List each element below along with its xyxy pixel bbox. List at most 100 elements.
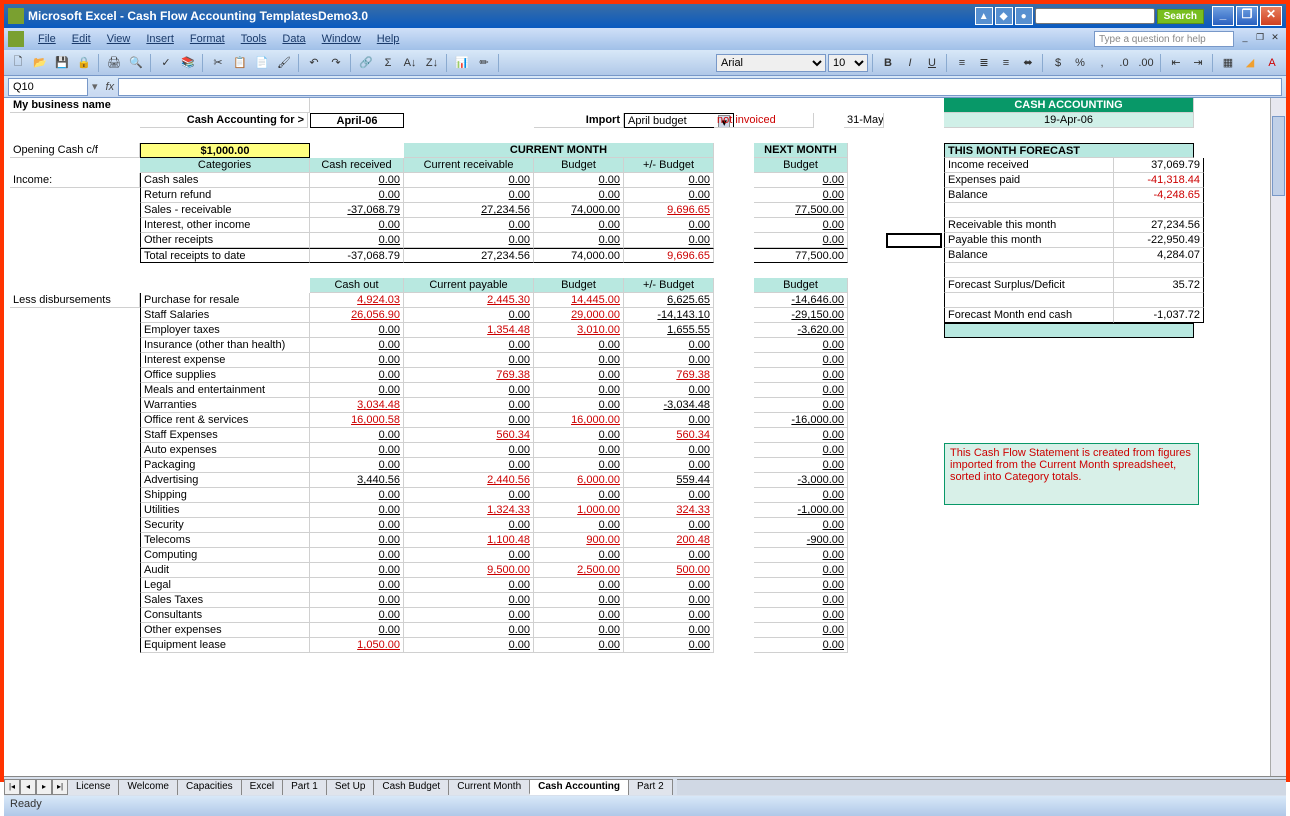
sheet-tab-part-2[interactable]: Part 2 <box>628 779 673 795</box>
exp-val-8-2[interactable]: 16,000.00 <box>534 413 624 428</box>
income-val-1-2[interactable]: 0.00 <box>534 188 624 203</box>
exp-val-7-1[interactable]: 0.00 <box>404 398 534 413</box>
income-val-3-2[interactable]: 0.00 <box>534 218 624 233</box>
income-val-1-0[interactable]: 0.00 <box>310 188 404 203</box>
exp-val-6-1[interactable]: 0.00 <box>404 383 534 398</box>
exp-val-4-1[interactable]: 0.00 <box>404 353 534 368</box>
exp-val-20-0[interactable]: 0.00 <box>310 593 404 608</box>
exp-val-21-3[interactable]: 0.00 <box>624 608 714 623</box>
doc-restore-button[interactable]: ❐ <box>1253 32 1267 46</box>
exp-val-16-2[interactable]: 900.00 <box>534 533 624 548</box>
income-val-3-1[interactable]: 0.00 <box>404 218 534 233</box>
exp-val-1-2[interactable]: 29,000.00 <box>534 308 624 323</box>
col-current-receivable[interactable]: Current receivable <box>404 158 534 173</box>
exp-val-19-4[interactable]: 0.00 <box>754 578 848 593</box>
decrease-decimal-icon[interactable]: .00 <box>1136 53 1156 73</box>
income-val-2-2[interactable]: 74,000.00 <box>534 203 624 218</box>
currency-icon[interactable]: $ <box>1048 53 1068 73</box>
exp-val-17-3[interactable]: 0.00 <box>624 548 714 563</box>
title-search-input[interactable] <box>1035 8 1155 24</box>
drawing-icon[interactable]: ✏ <box>474 53 494 73</box>
new-icon[interactable]: 🗋 <box>8 53 28 73</box>
income-total-0[interactable]: -37,068.79 <box>310 248 404 263</box>
minimize-button[interactable]: _ <box>1212 6 1234 26</box>
exp-val-12-4[interactable]: -3,000.00 <box>754 473 848 488</box>
forecast-val-4[interactable]: 27,234.56 <box>1114 218 1204 233</box>
exp-val-23-2[interactable]: 0.00 <box>534 638 624 653</box>
exp-val-23-0[interactable]: 1,050.00 <box>310 638 404 653</box>
title-search-button[interactable]: Search <box>1157 9 1204 24</box>
font-size-select[interactable]: 10 <box>828 54 868 72</box>
exp-val-18-4[interactable]: 0.00 <box>754 563 848 578</box>
col-categories[interactable]: Categories <box>140 158 310 173</box>
exp-val-7-3[interactable]: -3,034.48 <box>624 398 714 413</box>
income-val-2-0[interactable]: -37,068.79 <box>310 203 404 218</box>
exp-val-9-1[interactable]: 560.34 <box>404 428 534 443</box>
exp-cat-2[interactable]: Employer taxes <box>140 323 310 338</box>
forecast-key-3[interactable] <box>944 203 1114 218</box>
maximize-button[interactable]: ❐ <box>1236 6 1258 26</box>
exp-val-10-2[interactable]: 0.00 <box>534 443 624 458</box>
income-total-cat[interactable]: Total receipts to date <box>140 248 310 263</box>
sheet-tab-cash-budget[interactable]: Cash Budget <box>373 779 449 795</box>
forecast-title[interactable]: THIS MONTH FORECAST <box>944 143 1194 158</box>
excel-doc-icon[interactable] <box>8 31 24 47</box>
income-total-1[interactable]: 27,234.56 <box>404 248 534 263</box>
exp-val-9-2[interactable]: 0.00 <box>534 428 624 443</box>
menu-insert[interactable]: Insert <box>138 31 182 47</box>
exp-cat-1[interactable]: Staff Salaries <box>140 308 310 323</box>
exp-val-15-2[interactable]: 0.00 <box>534 518 624 533</box>
align-right-icon[interactable]: ≡ <box>996 53 1016 73</box>
forecast-key-0[interactable]: Income received <box>944 158 1114 173</box>
exp-val-5-2[interactable]: 0.00 <box>534 368 624 383</box>
exp-val-9-4[interactable]: 0.00 <box>754 428 848 443</box>
exp-val-3-0[interactable]: 0.00 <box>310 338 404 353</box>
scroll-thumb[interactable] <box>1272 116 1285 196</box>
exp-val-15-1[interactable]: 0.00 <box>404 518 534 533</box>
exp-val-3-1[interactable]: 0.00 <box>404 338 534 353</box>
copy-icon[interactable]: 📋 <box>230 53 250 73</box>
forecast-key-5[interactable]: Payable this month <box>944 233 1114 248</box>
exp-val-7-2[interactable]: 0.00 <box>534 398 624 413</box>
sheet-tab-set-up[interactable]: Set Up <box>326 779 375 795</box>
exp-val-15-4[interactable]: 0.00 <box>754 518 848 533</box>
exp-val-22-4[interactable]: 0.00 <box>754 623 848 638</box>
undo-icon[interactable]: ↶ <box>304 53 324 73</box>
exp-val-5-4[interactable]: 0.00 <box>754 368 848 383</box>
decrease-indent-icon[interactable]: ⇤ <box>1166 53 1186 73</box>
exp-val-1-4[interactable]: -29,150.00 <box>754 308 848 323</box>
income-val-1-4[interactable]: 0.00 <box>754 188 848 203</box>
col-pm-budget[interactable]: +/- Budget <box>624 158 714 173</box>
exp-val-0-2[interactable]: 14,445.00 <box>534 293 624 308</box>
exp-val-22-2[interactable]: 0.00 <box>534 623 624 638</box>
forecast-key-10[interactable]: Forecast Month end cash <box>944 308 1114 323</box>
exp-val-19-1[interactable]: 0.00 <box>404 578 534 593</box>
exp-cat-6[interactable]: Meals and entertainment <box>140 383 310 398</box>
tab-prev-icon[interactable]: ◂ <box>20 779 36 795</box>
exp-val-23-3[interactable]: 0.00 <box>624 638 714 653</box>
opening-label[interactable]: Opening Cash c/f <box>10 143 140 158</box>
exp-val-19-3[interactable]: 0.00 <box>624 578 714 593</box>
align-left-icon[interactable]: ≡ <box>952 53 972 73</box>
income-cat-4[interactable]: Other receipts <box>140 233 310 248</box>
exp-val-17-4[interactable]: 0.00 <box>754 548 848 563</box>
exp-cat-16[interactable]: Telecoms <box>140 533 310 548</box>
col-exp-budget[interactable]: Budget <box>534 278 624 293</box>
tab-first-icon[interactable]: |◂ <box>4 779 20 795</box>
exp-val-1-1[interactable]: 0.00 <box>404 308 534 323</box>
exp-val-8-3[interactable]: 0.00 <box>624 413 714 428</box>
exp-val-0-0[interactable]: 4,924.03 <box>310 293 404 308</box>
forecast-val-8[interactable]: 35.72 <box>1114 278 1204 293</box>
exp-val-11-1[interactable]: 0.00 <box>404 458 534 473</box>
sort-asc-icon[interactable]: A↓ <box>400 53 420 73</box>
exp-val-22-3[interactable]: 0.00 <box>624 623 714 638</box>
exp-val-21-4[interactable]: 0.00 <box>754 608 848 623</box>
exp-val-14-1[interactable]: 1,324.33 <box>404 503 534 518</box>
income-val-0-4[interactable]: 0.00 <box>754 173 848 188</box>
exp-val-4-2[interactable]: 0.00 <box>534 353 624 368</box>
exp-val-0-1[interactable]: 2,445.30 <box>404 293 534 308</box>
exp-cat-5[interactable]: Office supplies <box>140 368 310 383</box>
exp-val-16-0[interactable]: 0.00 <box>310 533 404 548</box>
menu-tools[interactable]: Tools <box>233 31 275 47</box>
redo-icon[interactable]: ↷ <box>326 53 346 73</box>
